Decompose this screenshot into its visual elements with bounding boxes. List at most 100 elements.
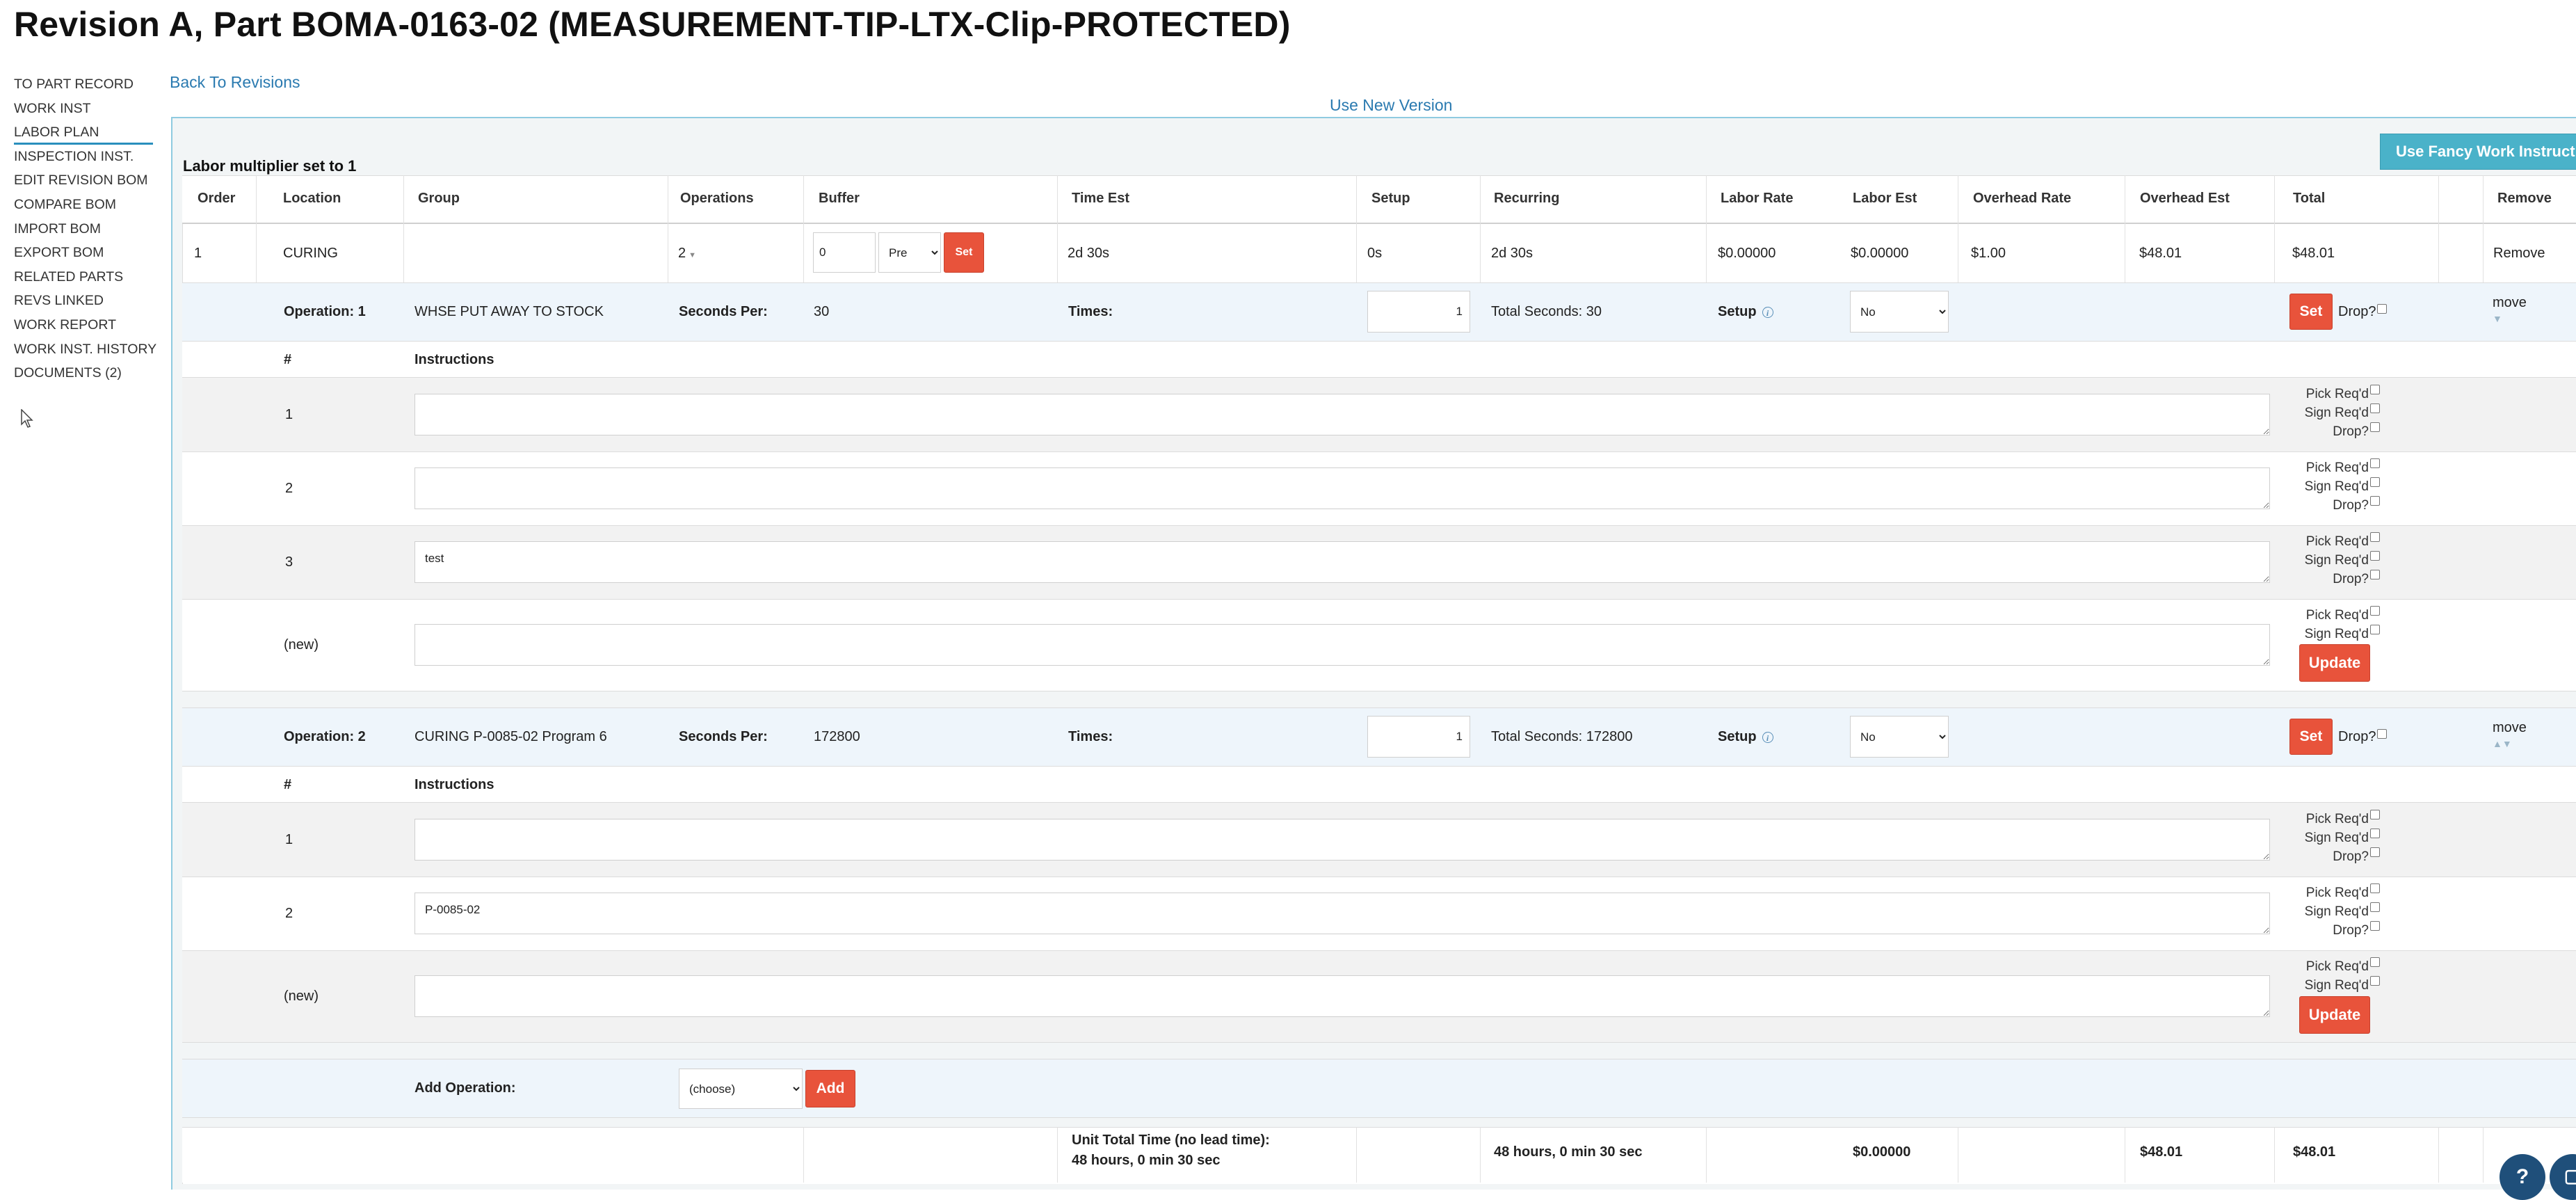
- sidebar-item-compare-bom[interactable]: COMPARE BOM: [14, 193, 153, 217]
- column-header-location: Location: [283, 191, 341, 206]
- group-order: 1: [194, 246, 202, 261]
- drop-checkbox[interactable]: [2370, 921, 2380, 931]
- times-input[interactable]: [1367, 716, 1470, 758]
- sign-required-toggle[interactable]: Sign Req'd: [2269, 829, 2380, 847]
- sign-required-checkbox[interactable]: [2370, 477, 2380, 487]
- sign-required-checkbox[interactable]: [2370, 976, 2380, 986]
- drop-checkbox[interactable]: [2377, 304, 2388, 314]
- pick-required-checkbox[interactable]: [2370, 458, 2380, 468]
- instruction-textarea[interactable]: [414, 394, 2270, 435]
- move-control[interactable]: move: [2493, 720, 2527, 736]
- sign-required-toggle[interactable]: Sign Req'd: [2269, 551, 2380, 570]
- drop-toggle[interactable]: Drop?: [2338, 729, 2388, 745]
- new-instruction-textarea[interactable]: [414, 624, 2270, 666]
- drop-checkbox[interactable]: [2370, 422, 2380, 432]
- sidebar-item-work-report[interactable]: WORK REPORT: [14, 313, 153, 337]
- pick-required-checkbox[interactable]: [2370, 810, 2380, 819]
- buffer-set-button[interactable]: Set: [944, 232, 984, 273]
- drop-toggle[interactable]: Drop?: [2338, 304, 2388, 320]
- add-operation-select[interactable]: (choose): [679, 1069, 803, 1109]
- column-header-operations: Operations: [680, 191, 754, 206]
- drop-toggle[interactable]: Drop?: [2269, 847, 2380, 866]
- sidebar-item-documents[interactable]: DOCUMENTS (2): [14, 361, 153, 385]
- sidebar-item-work-inst[interactable]: WORK INST: [14, 97, 153, 121]
- pick-required-label: Pick Req'd: [2305, 959, 2369, 974]
- update-instructions-button[interactable]: Update: [2299, 996, 2370, 1034]
- sidebar-item-to-part-record[interactable]: TO PART RECORD: [14, 72, 153, 97]
- drop-checkbox[interactable]: [2370, 847, 2380, 857]
- sidebar-item-work-inst-history[interactable]: WORK INST. HISTORY: [14, 337, 156, 362]
- group-recurring: 2d 30s: [1491, 246, 1533, 261]
- use-new-version-link[interactable]: Use New Version: [1330, 96, 1452, 115]
- totals-recurring: 48 hours, 0 min 30 sec: [1494, 1144, 1643, 1160]
- buffer-mode-select[interactable]: Pre: [878, 232, 941, 273]
- pick-required-toggle[interactable]: Pick Req'd: [2269, 810, 2380, 829]
- pick-required-checkbox[interactable]: [2370, 385, 2380, 394]
- drop-toggle[interactable]: Drop?: [2269, 921, 2380, 940]
- instruction-textarea[interactable]: [414, 819, 2270, 861]
- pick-required-checkbox[interactable]: [2370, 532, 2380, 542]
- sign-required-toggle[interactable]: Sign Req'd: [2269, 625, 2380, 643]
- sign-required-checkbox[interactable]: [2370, 625, 2380, 634]
- pick-required-toggle[interactable]: Pick Req'd: [2269, 532, 2380, 551]
- buffer-input[interactable]: [813, 232, 876, 273]
- sidebar-item-edit-revision-bom[interactable]: EDIT REVISION BOM: [14, 168, 153, 193]
- operation-set-button[interactable]: Set: [2289, 719, 2333, 755]
- pick-required-toggle[interactable]: Pick Req'd: [2269, 385, 2380, 403]
- seconds-per-label: Seconds Per:: [679, 729, 768, 744]
- sign-required-toggle[interactable]: Sign Req'd: [2269, 477, 2380, 496]
- instruction-textarea[interactable]: test: [414, 541, 2270, 583]
- move-up-down-icon[interactable]: ▲▼: [2493, 738, 2512, 749]
- pick-required-label: Pick Req'd: [2305, 387, 2369, 401]
- caret-down-icon: ▼: [689, 251, 697, 259]
- sign-required-checkbox[interactable]: [2370, 829, 2380, 838]
- remove-group-link[interactable]: Remove: [2493, 246, 2545, 262]
- instruction-textarea[interactable]: P-0085-02: [414, 893, 2270, 934]
- info-icon[interactable]: i: [1762, 306, 1773, 318]
- setup-select[interactable]: No: [1850, 291, 1949, 333]
- pick-required-checkbox[interactable]: [2370, 957, 2380, 967]
- pick-required-toggle[interactable]: Pick Req'd: [2269, 458, 2380, 477]
- operation-set-button[interactable]: Set: [2289, 294, 2333, 330]
- setup-select[interactable]: No: [1850, 716, 1949, 758]
- group-labor-rate: $0.00000: [1718, 246, 1776, 261]
- pick-required-toggle[interactable]: Pick Req'd: [2269, 606, 2380, 625]
- sidebar-item-related-parts[interactable]: RELATED PARTS: [14, 265, 153, 289]
- operations-count-toggle[interactable]: 2 ▼: [678, 246, 696, 262]
- info-icon[interactable]: i: [1762, 731, 1773, 743]
- sign-required-toggle[interactable]: Sign Req'd: [2269, 403, 2380, 422]
- add-operation-button[interactable]: Add: [805, 1070, 855, 1107]
- sidebar-item-export-bom[interactable]: EXPORT BOM: [14, 241, 153, 265]
- drop-toggle[interactable]: Drop?: [2269, 570, 2380, 589]
- drop-checkbox[interactable]: [2377, 729, 2388, 739]
- times-input[interactable]: [1367, 291, 1470, 333]
- add-operation-label: Add Operation:: [414, 1080, 516, 1096]
- sign-required-toggle[interactable]: Sign Req'd: [2269, 976, 2380, 995]
- move-down-icon[interactable]: ▼: [2493, 313, 2502, 324]
- pick-required-checkbox[interactable]: [2370, 883, 2380, 893]
- pick-required-toggle[interactable]: Pick Req'd: [2269, 883, 2380, 902]
- back-to-revisions-link[interactable]: Back To Revisions: [170, 73, 300, 92]
- drop-checkbox[interactable]: [2370, 496, 2380, 506]
- sign-required-checkbox[interactable]: [2370, 403, 2380, 413]
- pick-required-toggle[interactable]: Pick Req'd: [2269, 957, 2380, 976]
- drop-toggle[interactable]: Drop?: [2269, 422, 2380, 441]
- sidebar-item-labor-plan[interactable]: LABOR PLAN: [14, 120, 153, 145]
- sidebar-item-inspection-inst[interactable]: INSPECTION INST.: [14, 145, 153, 169]
- instruction-textarea[interactable]: [414, 467, 2270, 509]
- sidebar-item-revs-linked[interactable]: REVS LINKED: [14, 289, 153, 313]
- sign-required-toggle[interactable]: Sign Req'd: [2269, 902, 2380, 921]
- sidebar-item-import-bom[interactable]: IMPORT BOM: [14, 217, 153, 241]
- update-instructions-button[interactable]: Update: [2299, 644, 2370, 682]
- help-button[interactable]: ?: [2499, 1154, 2545, 1200]
- drop-checkbox[interactable]: [2370, 570, 2380, 579]
- sign-required-label: Sign Req'd: [2304, 627, 2369, 641]
- move-control[interactable]: move: [2493, 295, 2527, 311]
- use-fancy-work-instructions-button[interactable]: Use Fancy Work Instructions: [2380, 134, 2576, 170]
- instructions-header: Instructions: [414, 777, 494, 792]
- sign-required-checkbox[interactable]: [2370, 902, 2380, 912]
- pick-required-checkbox[interactable]: [2370, 606, 2380, 616]
- new-instruction-textarea[interactable]: [414, 975, 2270, 1017]
- sign-required-checkbox[interactable]: [2370, 551, 2380, 561]
- drop-toggle[interactable]: Drop?: [2269, 496, 2380, 515]
